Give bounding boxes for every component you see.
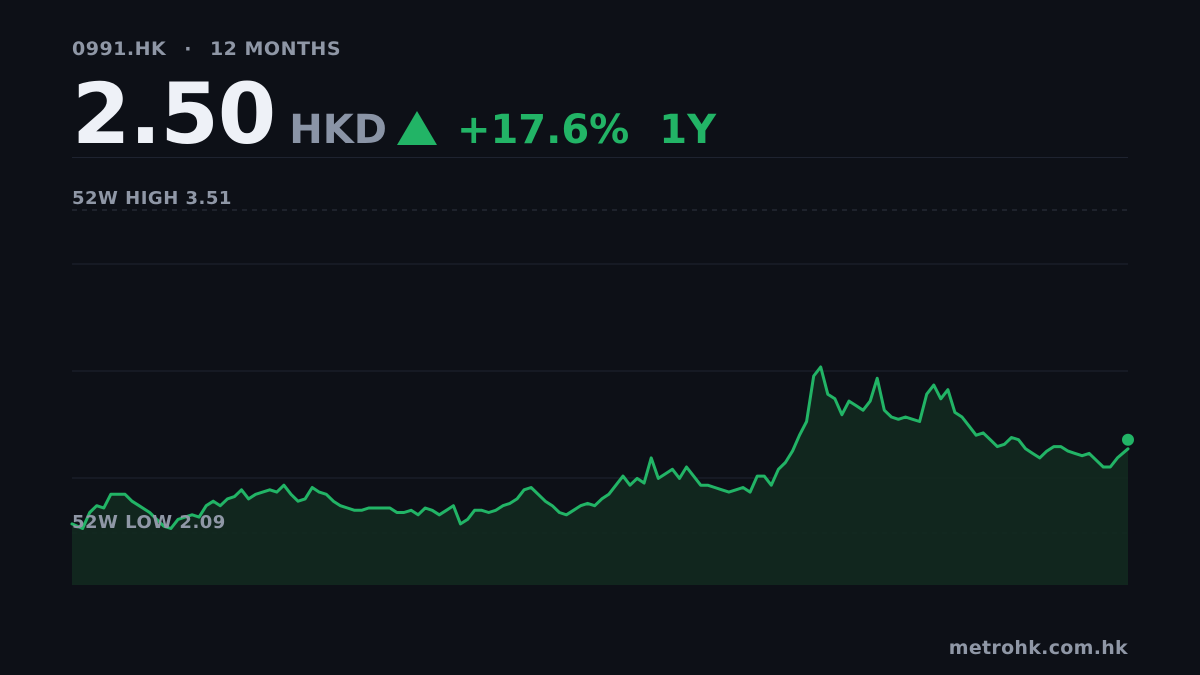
last-price-marker xyxy=(1122,433,1134,446)
price-area-fill xyxy=(72,367,1128,585)
52w-high-label: 52W HIGH 3.51 xyxy=(72,188,232,209)
52w-low-label: 52W LOW 2.09 xyxy=(72,512,226,533)
source-footer: metrohk.com.hk xyxy=(948,637,1128,659)
price-chart: 52W HIGH 3.51 52W LOW 2.09 xyxy=(70,188,1134,585)
